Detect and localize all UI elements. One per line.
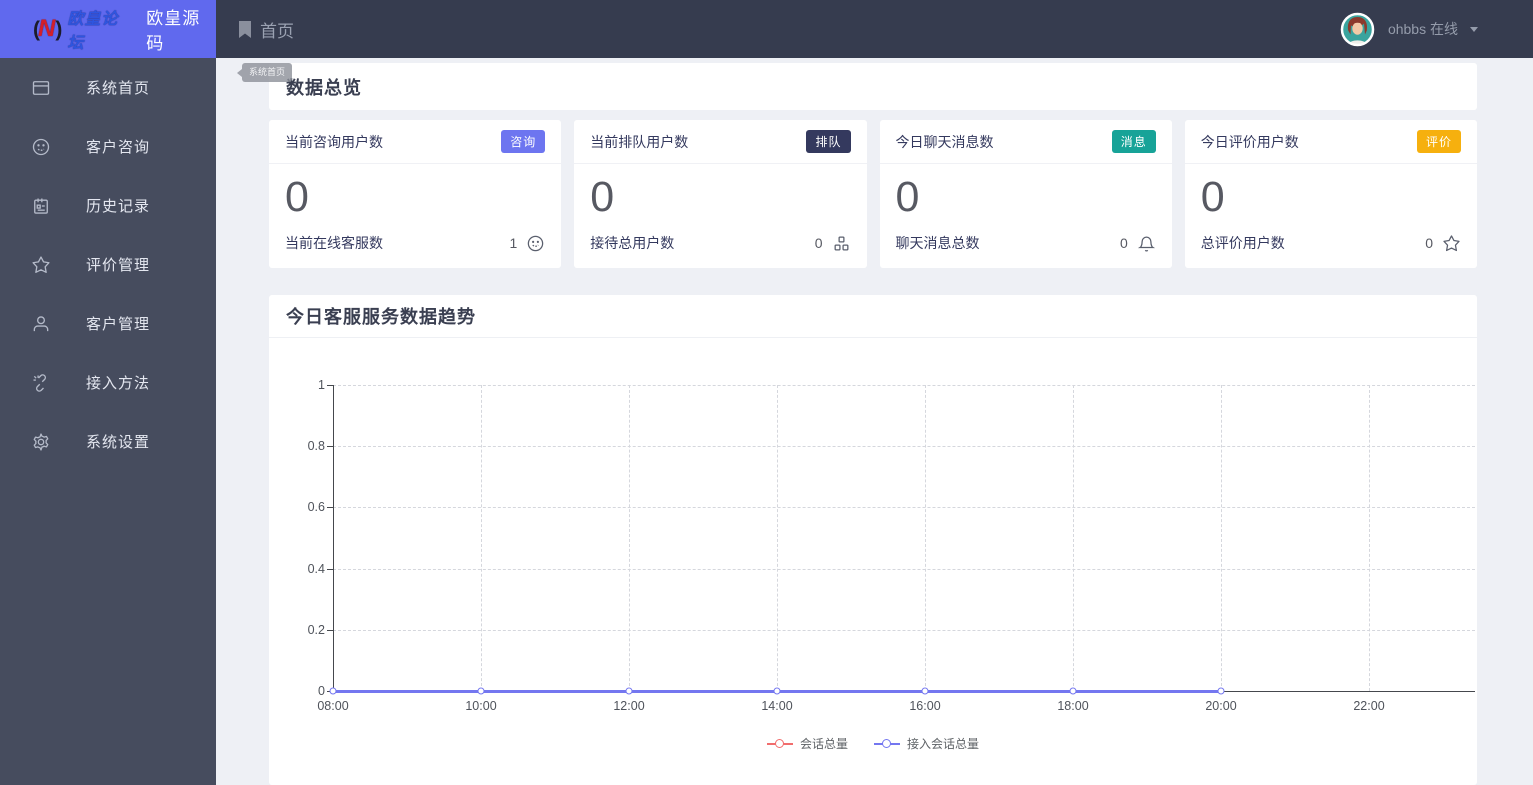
user-icon xyxy=(33,315,49,331)
sidebar: 系统首页 客户咨询 历史记录 评价管理 客户管理 接入方法 系统设置 xyxy=(0,58,216,785)
data-point xyxy=(625,687,633,695)
page-title: 数据总览 xyxy=(286,77,362,98)
brand-name: 欧皇源码 xyxy=(146,9,201,53)
bell-icon xyxy=(1137,236,1155,251)
y-axis xyxy=(333,385,334,691)
stat-card-consulting: 当前咨询用户数 咨询 0 当前在线客服数 1 xyxy=(269,120,562,268)
stat-card-messages: 今日聊天消息数 消息 0 聊天消息总数 0 xyxy=(879,120,1172,268)
notebook-icon xyxy=(34,198,48,214)
stat-value: 0 xyxy=(895,173,920,221)
legend-marker xyxy=(874,738,900,750)
stat-card-ratings: 今日评价用户数 评价 0 总评价用户数 0 xyxy=(1184,120,1477,268)
sidebar-item-settings[interactable]: 系统设置 xyxy=(0,412,216,471)
line-chart: 1 0.8 0.6 0.4 0.2 0 08:00 10:00 12:00 14… xyxy=(308,378,1475,713)
star-icon xyxy=(1443,234,1460,251)
service-smiley-icon xyxy=(527,235,544,251)
y-tick-label: 0.2 xyxy=(307,622,325,637)
brand-logo-mark: (N) xyxy=(33,15,62,42)
user-avatar xyxy=(1340,12,1375,46)
sidebar-item-home[interactable]: 系统首页 xyxy=(0,58,216,117)
stat-foot-label: 总评价用户数 xyxy=(1200,235,1285,251)
x-tick-label: 20:00 xyxy=(1205,699,1237,713)
y-tick-label: 0.6 xyxy=(307,500,325,515)
sidebar-item-ratings[interactable]: 评价管理 xyxy=(0,235,216,294)
sidebar-item-customers[interactable]: 客户管理 xyxy=(0,294,216,353)
bookmark-icon xyxy=(239,20,251,38)
stat-value: 0 xyxy=(1200,173,1225,221)
logo-n-icon: N xyxy=(38,15,56,42)
data-point xyxy=(1069,687,1077,695)
stat-foot-value: 1 xyxy=(509,235,518,251)
brand-logo-subtext: 欧皇论坛 xyxy=(67,11,119,52)
user-name-status: ohbbs 在线 xyxy=(1387,21,1458,37)
stat-foot-label: 聊天消息总数 xyxy=(895,235,980,251)
x-tick-label: 14:00 xyxy=(761,699,793,713)
stat-title: 今日聊天消息数 xyxy=(895,133,994,150)
trend-chart-card: 今日客服服务数据趋势 1 0.8 0.6 0.4 0.2 0 08:00 10:… xyxy=(269,295,1477,785)
sidebar-item-consult[interactable]: 客户咨询 xyxy=(0,117,216,176)
data-point xyxy=(1217,687,1225,695)
data-point xyxy=(773,687,781,695)
x-tick-label: 10:00 xyxy=(465,699,497,713)
stat-title: 今日评价用户数 xyxy=(1200,133,1299,150)
group-grid-icon xyxy=(834,236,848,250)
overview-header-panel: 数据总览 xyxy=(269,63,1477,110)
y-tick-label: 0.8 xyxy=(307,439,325,454)
stat-card-queue: 当前排队用户数 排队 0 接待总用户数 0 xyxy=(574,120,867,268)
data-point xyxy=(921,687,929,695)
gear-icon xyxy=(33,432,49,451)
stat-foot-label: 当前在线客服数 xyxy=(285,235,383,251)
stat-cards-row: 当前咨询用户数 咨询 0 当前在线客服数 1 当前排队用户数 排队 0 接待总用… xyxy=(269,120,1477,268)
x-tick-label: 22:00 xyxy=(1353,699,1385,713)
stat-foot-value: 0 xyxy=(1119,235,1128,251)
y-tick-label: 1 xyxy=(318,378,325,392)
status-badge: 咨询 xyxy=(501,130,546,153)
window-icon xyxy=(32,80,50,95)
topnav-home[interactable]: 首页 xyxy=(216,0,294,58)
stat-foot-value: 0 xyxy=(1425,235,1433,251)
stat-foot-label: 接待总用户数 xyxy=(590,235,675,251)
legend-item-sessions[interactable]: 会话总量 xyxy=(766,735,848,752)
unlink-icon xyxy=(33,373,46,392)
stat-title: 当前咨询用户数 xyxy=(285,133,383,150)
main-content: 系统首页 数据总览 当前咨询用户数 咨询 0 当前在线客服数 1 当前排队用户数… xyxy=(216,58,1533,785)
x-tick-label: 18:00 xyxy=(1057,699,1089,713)
chart-legend: 会话总量 接入会话总量 xyxy=(269,735,1477,752)
legend-item-accessed-sessions[interactable]: 接入会话总量 xyxy=(874,735,979,752)
chevron-down-icon xyxy=(1470,26,1478,32)
stat-title: 当前排队用户数 xyxy=(590,133,689,150)
star-icon xyxy=(32,255,50,273)
stat-value: 0 xyxy=(590,173,615,221)
x-tick-label: 16:00 xyxy=(909,699,941,713)
sidebar-hover-tooltip: 系统首页 xyxy=(236,63,293,82)
stat-foot-value: 0 xyxy=(814,235,823,251)
smiley-icon xyxy=(32,138,50,155)
y-tick-label: 0.4 xyxy=(307,561,325,576)
data-point xyxy=(329,687,337,695)
user-menu[interactable]: ohbbs 在线 xyxy=(1339,0,1533,58)
status-badge: 消息 xyxy=(1111,130,1156,153)
chart-title: 今日客服服务数据趋势 xyxy=(286,307,476,327)
sidebar-item-history[interactable]: 历史记录 xyxy=(0,176,216,235)
legend-marker xyxy=(766,738,793,750)
topbar: (N) 欧皇论坛 欧皇源码 首页 ohbbs 在线 xyxy=(0,0,1533,58)
brand-logo[interactable]: (N) 欧皇论坛 欧皇源码 xyxy=(0,0,216,58)
data-point xyxy=(477,687,485,695)
topnav-home-label: 首页 xyxy=(260,21,294,41)
stat-value: 0 xyxy=(285,173,309,221)
x-tick-label: 08:00 xyxy=(317,699,349,713)
x-tick-label: 12:00 xyxy=(613,699,645,713)
y-tick-label: 0 xyxy=(318,684,325,698)
sidebar-item-integration[interactable]: 接入方法 xyxy=(0,353,216,412)
status-badge: 评价 xyxy=(1416,130,1461,153)
status-badge: 排队 xyxy=(806,130,851,153)
